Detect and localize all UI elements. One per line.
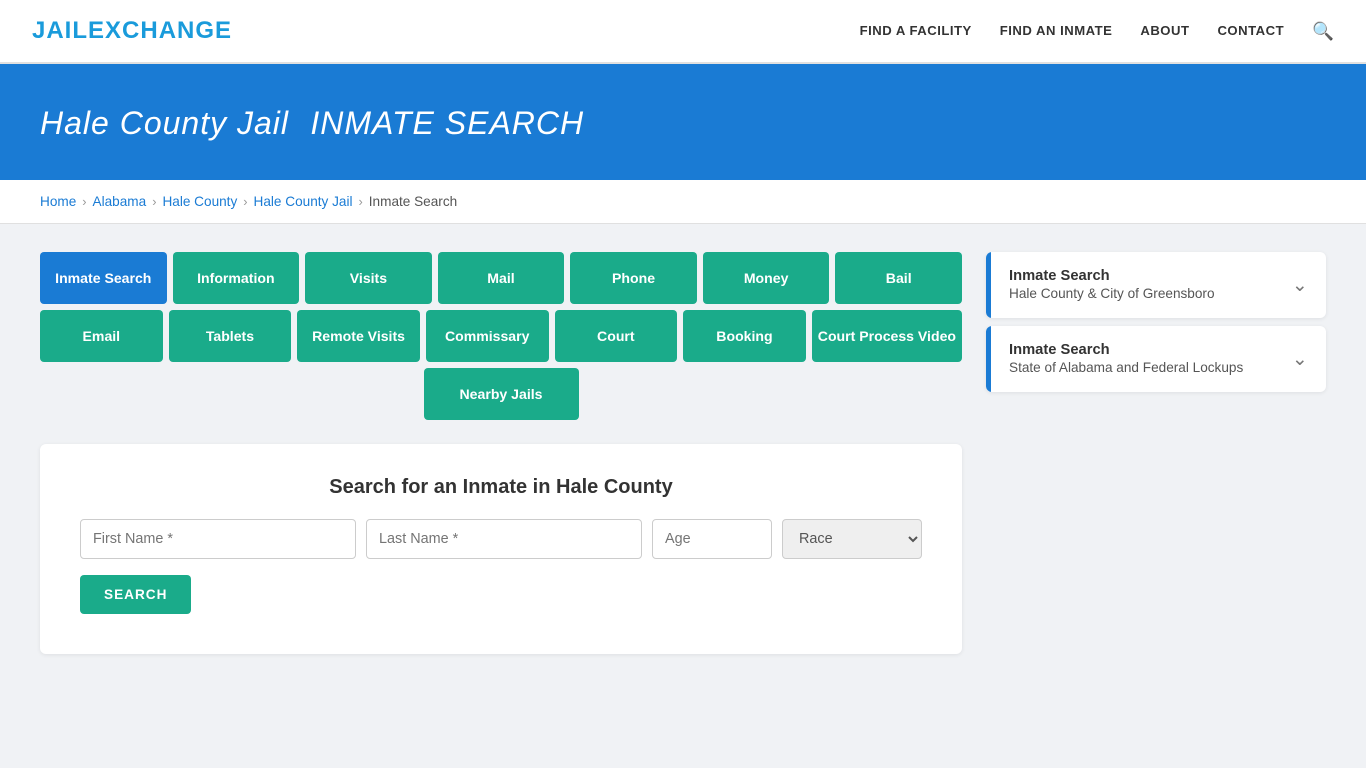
nav-btn-court-process-video[interactable]: Court Process Video	[812, 310, 962, 362]
nav-buttons-row2: EmailTabletsRemote VisitsCommissaryCourt…	[40, 310, 962, 362]
nav-btn-mail[interactable]: Mail	[438, 252, 565, 304]
sidebar-card-title-0: Inmate Search Hale County & City of Gree…	[1009, 268, 1215, 302]
race-select[interactable]: RaceWhiteBlackHispanicAsianOther	[782, 519, 922, 559]
nav-item-contact[interactable]: CONTACT	[1217, 22, 1284, 40]
nav-btn-phone[interactable]: Phone	[570, 252, 697, 304]
nav-btn-inmate-search[interactable]: Inmate Search	[40, 252, 167, 304]
nav-btn-court[interactable]: Court	[555, 310, 678, 362]
site-logo[interactable]: JAILEXCHANGE	[32, 17, 232, 45]
nav-btn-email[interactable]: Email	[40, 310, 163, 362]
nav-buttons-row3: Nearby Jails	[40, 368, 962, 420]
nav-search-icon[interactable]: 🔍	[1312, 21, 1334, 42]
first-name-input[interactable]	[80, 519, 356, 559]
sidebar-card-header-0[interactable]: Inmate Search Hale County & City of Gree…	[986, 252, 1326, 318]
navbar: JAILEXCHANGE FIND A FACILITY FIND AN INM…	[0, 0, 1366, 64]
sidebar-card-1: Inmate Search State of Alabama and Feder…	[986, 326, 1326, 392]
hero-banner: Hale County Jail INMATE SEARCH	[0, 64, 1366, 180]
nav-links: FIND A FACILITY FIND AN INMATE ABOUT CON…	[860, 21, 1334, 42]
breadcrumb-alabama[interactable]: Alabama	[93, 194, 147, 209]
nav-buttons-row1: Inmate SearchInformationVisitsMailPhoneM…	[40, 252, 962, 304]
last-name-input[interactable]	[366, 519, 642, 559]
nav-item-find-facility[interactable]: FIND A FACILITY	[860, 22, 972, 40]
sidebar-card-0: Inmate Search Hale County & City of Gree…	[986, 252, 1326, 318]
nav-item-find-inmate[interactable]: FIND AN INMATE	[1000, 22, 1113, 40]
sidebar-card-header-1[interactable]: Inmate Search State of Alabama and Feder…	[986, 326, 1326, 392]
nav-btn-bail[interactable]: Bail	[835, 252, 962, 304]
content-area: Inmate SearchInformationVisitsMailPhoneM…	[0, 224, 1366, 682]
breadcrumb-home[interactable]: Home	[40, 194, 76, 209]
search-form-title: Search for an Inmate in Hale County	[80, 476, 922, 499]
logo-jail: JAIL	[32, 17, 88, 44]
nav-item-about[interactable]: ABOUT	[1140, 22, 1189, 40]
nav-btn-remote-visits[interactable]: Remote Visits	[297, 310, 420, 362]
sidebar: Inmate Search Hale County & City of Gree…	[986, 252, 1326, 400]
nav-btn-tablets[interactable]: Tablets	[169, 310, 292, 362]
sidebar-card-title-1: Inmate Search State of Alabama and Feder…	[1009, 342, 1243, 376]
nav-btn-information[interactable]: Information	[173, 252, 300, 304]
left-column: Inmate SearchInformationVisitsMailPhoneM…	[40, 252, 962, 654]
logo-exchange: EXCHANGE	[88, 17, 232, 44]
search-button[interactable]: SEARCH	[80, 575, 191, 614]
nav-btn-nearby-jails[interactable]: Nearby Jails	[424, 368, 579, 420]
age-input[interactable]	[652, 519, 772, 559]
breadcrumb-inmate-search: Inmate Search	[369, 194, 457, 209]
page-title: Hale County Jail INMATE SEARCH	[40, 100, 1326, 144]
breadcrumb-hale-county-jail[interactable]: Hale County Jail	[254, 194, 353, 209]
search-form-container: Search for an Inmate in Hale County Race…	[40, 444, 962, 654]
search-fields: RaceWhiteBlackHispanicAsianOther	[80, 519, 922, 559]
nav-btn-money[interactable]: Money	[703, 252, 830, 304]
nav-btn-commissary[interactable]: Commissary	[426, 310, 549, 362]
breadcrumb-hale-county[interactable]: Hale County	[162, 194, 237, 209]
chevron-down-icon: ⌄	[1292, 273, 1308, 297]
chevron-down-icon: ⌄	[1292, 347, 1308, 371]
nav-btn-visits[interactable]: Visits	[305, 252, 432, 304]
breadcrumb: Home › Alabama › Hale County › Hale Coun…	[0, 180, 1366, 224]
nav-btn-booking[interactable]: Booking	[683, 310, 806, 362]
